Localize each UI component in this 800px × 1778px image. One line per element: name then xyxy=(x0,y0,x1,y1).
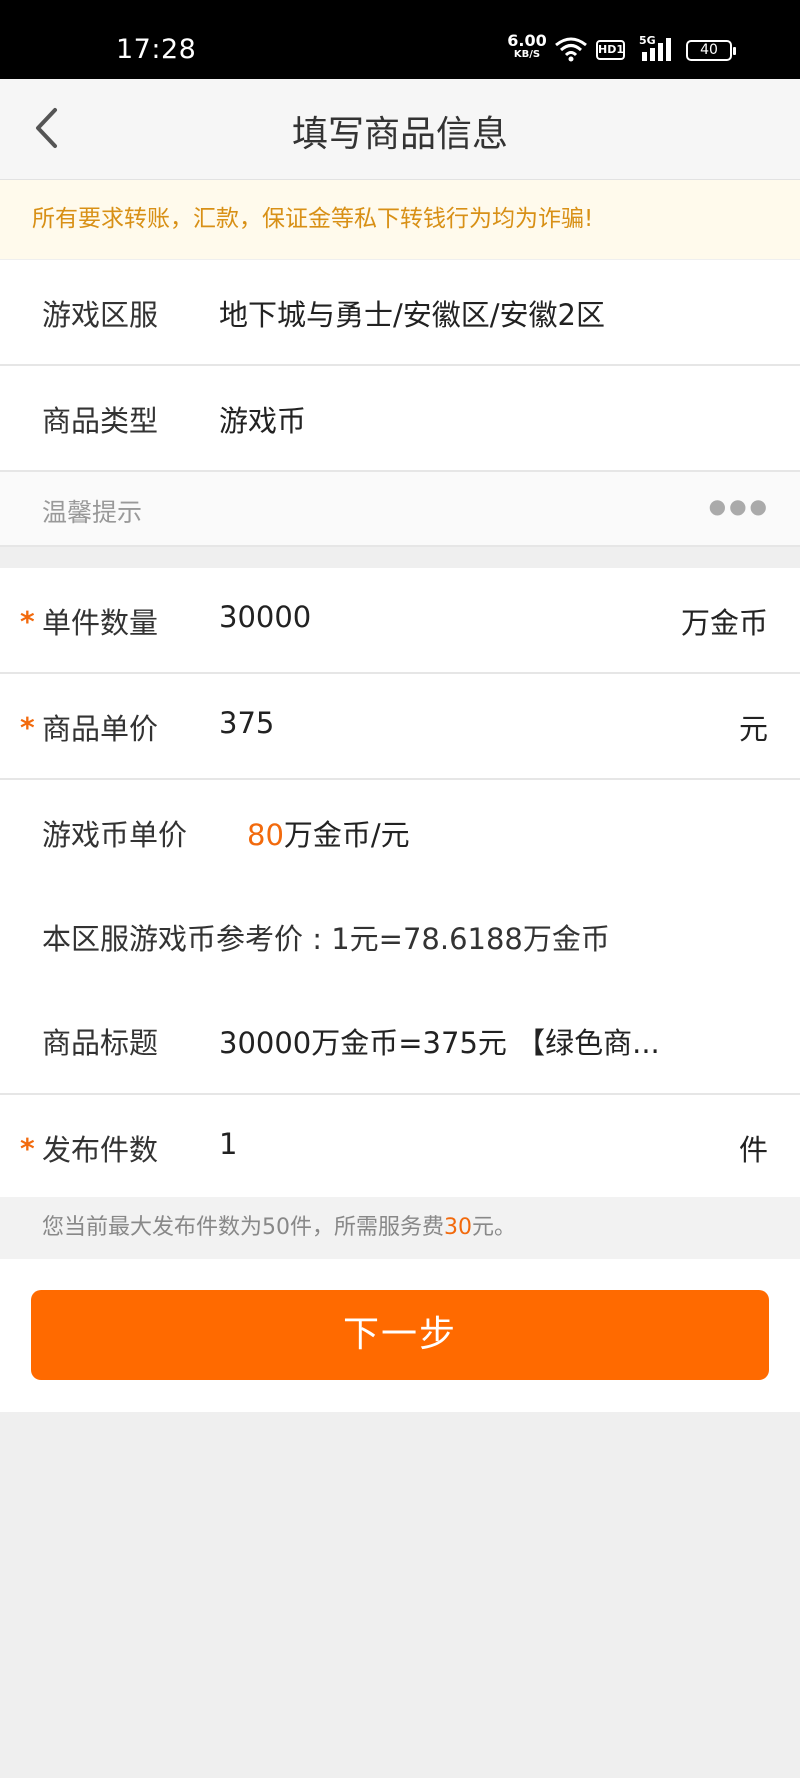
server-value: 地下城与勇士/安徽区/安徽2区 xyxy=(219,298,605,332)
network-speed: 6.00 KB/S xyxy=(504,33,550,60)
fee-note-prefix: 您当前最大发布件数为50件，所需服务费 xyxy=(42,1215,444,1240)
quantity-row: * 单件数量 30000 万金币 xyxy=(0,568,800,672)
fee-note-suffix: 元。 xyxy=(472,1215,517,1240)
more-dots-icon[interactable]: ●●● xyxy=(709,494,770,518)
wifi-icon xyxy=(554,36,588,66)
coin-unit-price-value: 80万金币/元 xyxy=(247,812,410,854)
product-title-input[interactable]: 30000万金币=375元 【绿色商... xyxy=(219,1020,660,1062)
coin-unit-price-label: 游戏币单价 xyxy=(42,818,188,852)
publish-count-input[interactable]: 1 xyxy=(219,1127,237,1161)
service-fee-note: 您当前最大发布件数为50件，所需服务费30元。 xyxy=(0,1197,800,1259)
nav-bar: 填写商品信息 xyxy=(0,79,800,180)
signal-icon xyxy=(640,36,676,66)
required-marker: * xyxy=(20,605,35,638)
quantity-unit: 万金币 xyxy=(680,606,768,640)
server-row[interactable]: 游戏区服 地下城与勇士/安徽区/安徽2区 xyxy=(0,260,800,364)
network-speed-value: 6.00 xyxy=(507,31,547,50)
tip-row[interactable]: 温馨提示 ●●● xyxy=(0,472,800,545)
coin-unit-price-suffix: 万金币/元 xyxy=(283,818,410,852)
hd-badge: HD1 xyxy=(596,40,625,60)
fraud-warning-banner: 所有要求转账，汇款，保证金等私下转钱行为均为诈骗! xyxy=(0,180,800,259)
product-type-row[interactable]: 商品类型 游戏币 xyxy=(0,366,800,470)
coin-unit-price-number: 80 xyxy=(247,818,284,852)
page-title: 填写商品信息 xyxy=(291,114,508,155)
price-unit: 元 xyxy=(738,712,768,746)
price-row: * 商品单价 375 元 xyxy=(0,674,800,778)
publish-count-row: * 发布件数 1 件 xyxy=(0,1095,800,1198)
product-type-label: 商品类型 xyxy=(42,404,159,438)
publish-count-label: 发布件数 xyxy=(42,1133,159,1167)
reference-price: 本区服游戏币参考价 : 1元=78.6188万金币 xyxy=(42,922,610,956)
info-block: 游戏币单价 80万金币/元 本区服游戏币参考价 : 1元=78.6188万金币 … xyxy=(0,780,800,1093)
divider xyxy=(0,545,800,547)
fee-amount: 30 xyxy=(444,1215,472,1240)
status-bar: 17:28 6.00 KB/S HD1 5G 40 xyxy=(0,0,800,79)
required-marker: * xyxy=(20,711,35,744)
button-area: 下一步 xyxy=(0,1259,800,1412)
required-marker: * xyxy=(20,1132,35,1165)
quantity-input[interactable]: 30000 xyxy=(219,600,311,634)
product-title-label: 商品标题 xyxy=(42,1026,159,1060)
publish-count-unit: 件 xyxy=(738,1133,768,1167)
product-type-value: 游戏币 xyxy=(219,404,307,438)
server-label: 游戏区服 xyxy=(42,298,159,332)
tip-label: 温馨提示 xyxy=(42,498,143,527)
quantity-label: 单件数量 xyxy=(42,606,159,640)
battery-icon: 40 xyxy=(686,40,736,61)
price-input[interactable]: 375 xyxy=(219,706,274,740)
price-label: 商品单价 xyxy=(42,712,159,746)
status-time: 17:28 xyxy=(116,34,197,65)
next-step-button[interactable]: 下一步 xyxy=(31,1290,769,1380)
network-speed-unit: KB/S xyxy=(513,49,541,60)
